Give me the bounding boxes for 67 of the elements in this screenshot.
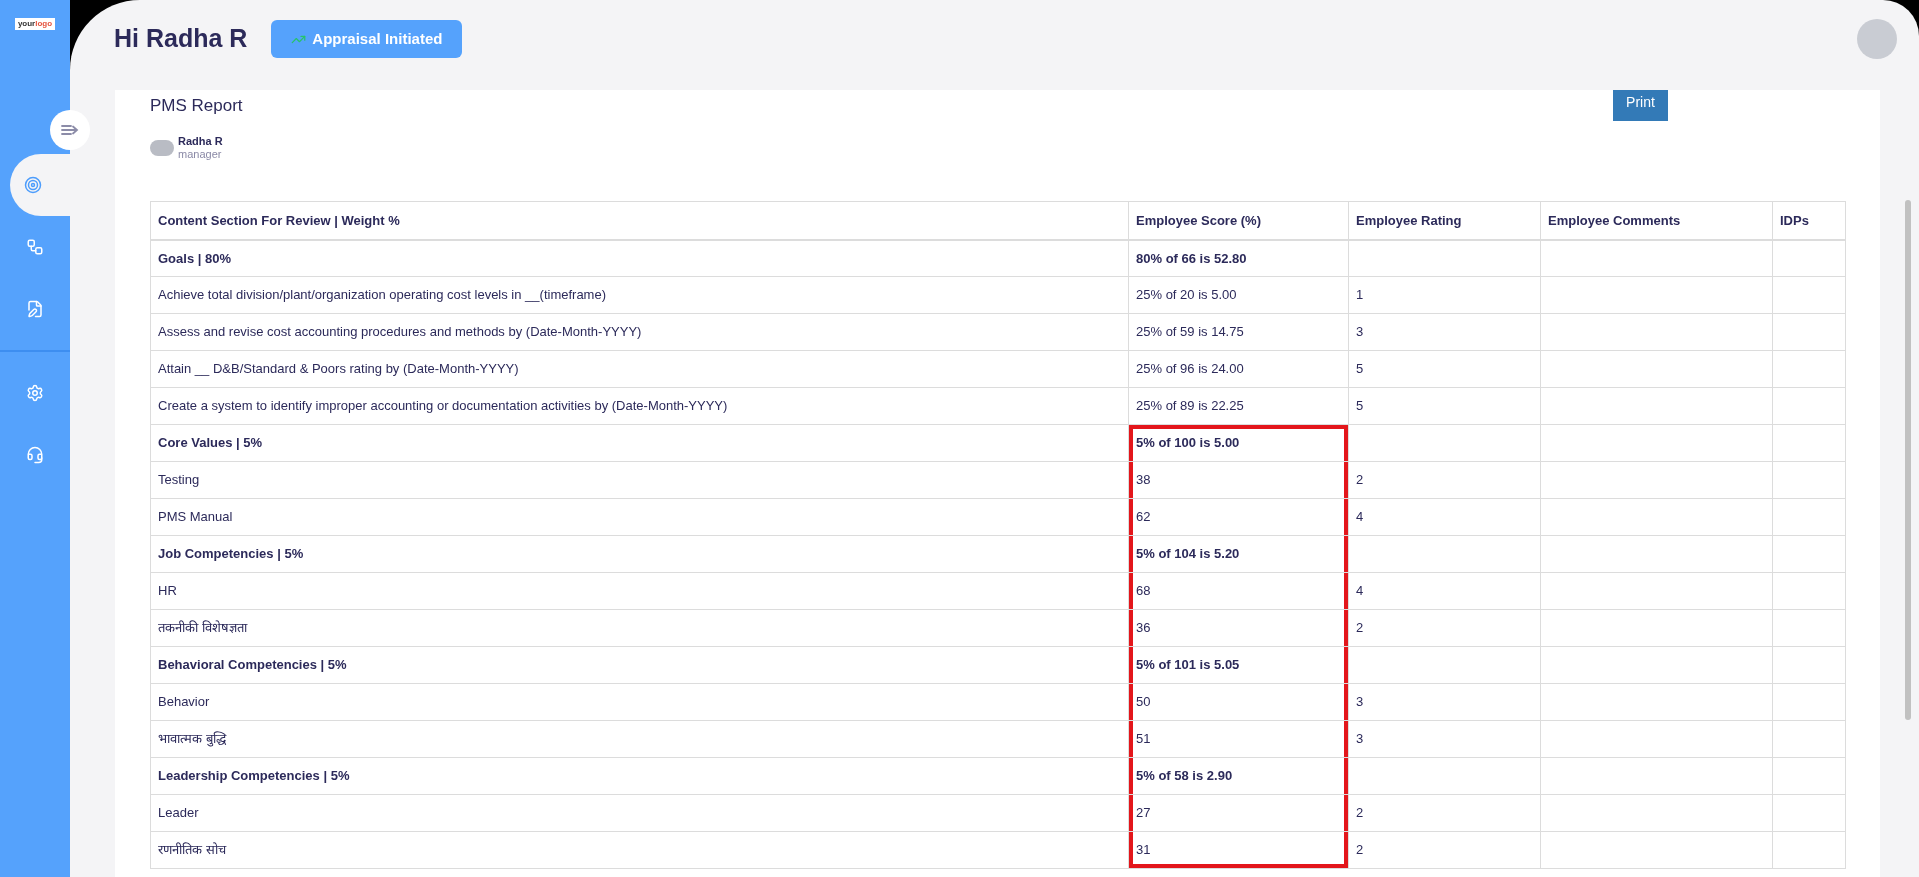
highlighted-score-cell: 50 (1128, 683, 1349, 721)
highlighted-score-cell: 27 (1128, 794, 1349, 832)
highlighted-score-cell: 5% of 104 is 5.20 (1128, 535, 1349, 573)
rating-cell: 2 (1348, 794, 1541, 832)
rating-cell: 2 (1348, 831, 1541, 869)
score-cell: 80% of 66 is 52.80 (1128, 239, 1349, 277)
status-badge: Appraisal Initiated (271, 20, 463, 58)
score-cell: 25% of 59 is 14.75 (1128, 313, 1349, 351)
highlighted-score-cell: 31 (1128, 831, 1349, 869)
highlighted-score-cell: 5% of 101 is 5.05 (1128, 646, 1349, 684)
highlighted-score-cell: 38 (1128, 461, 1349, 499)
highlighted-score-cell: 51 (1128, 720, 1349, 758)
rating-cell: 3 (1348, 683, 1541, 721)
highlighted-score-cell: 68 (1128, 572, 1349, 610)
column-header: Employee Score (%) (1128, 201, 1349, 240)
column-header: IDPs (1772, 201, 1846, 240)
highlighted-score-cell: 5% of 58 is 2.90 (1128, 757, 1349, 795)
table-cell: Create a system to identify improper accounting or documentation activities by (Date-Month-YYYY) (150, 387, 1129, 425)
target-icon (24, 176, 42, 194)
table-cell: भावात्मक बुद्धि (150, 720, 1129, 758)
rating-cell: 5 (1348, 387, 1541, 425)
settings-icon (26, 384, 44, 402)
headset-icon (26, 446, 44, 464)
section-cell: Leadership Competencies | 5% (150, 757, 1129, 795)
section-cell: Job Competencies | 5% (150, 535, 1129, 573)
collapse-arrow-icon (61, 124, 79, 136)
rating-cell: 4 (1348, 498, 1541, 536)
logo: yourlogo (14, 18, 56, 30)
profile-avatar[interactable] (1857, 19, 1897, 59)
column-header: Employee Comments (1540, 201, 1773, 240)
rating-cell: 3 (1348, 720, 1541, 758)
score-cell: 25% of 89 is 22.25 (1128, 387, 1349, 425)
rating-cell: 2 (1348, 609, 1541, 647)
rating-cell: 4 (1348, 572, 1541, 610)
score-cell: 25% of 20 is 5.00 (1128, 276, 1349, 314)
table-cell: Attain __ D&B/Standard & Poors rating by (Date-Month-YYYY) (150, 350, 1129, 388)
highlighted-score-cell: 62 (1128, 498, 1349, 536)
table-cell: Testing (150, 461, 1129, 499)
rating-cell: 3 (1348, 313, 1541, 351)
table-cell: रणनीतिक सोच (150, 831, 1129, 869)
score-cell: 25% of 96 is 24.00 (1128, 350, 1349, 388)
rating-cell: 5 (1348, 350, 1541, 388)
table-cell: PMS Manual (150, 498, 1129, 536)
table-cell: Leader (150, 794, 1129, 832)
greeting: Hi Radha R (114, 23, 248, 55)
user-avatar (150, 140, 174, 156)
table-cell: HR (150, 572, 1129, 610)
report-title: PMS Report (150, 95, 243, 117)
table-cell: Behavior (150, 683, 1129, 721)
rating-cell: 1 (1348, 276, 1541, 314)
collapse-sidebar-button[interactable] (50, 110, 90, 150)
table-cell: तकनीकी विशेषज्ञता (150, 609, 1129, 647)
column-header: Content Section For Review | Weight % (150, 201, 1129, 240)
section-cell: Goals | 80% (150, 239, 1129, 277)
highlighted-score-cell: 5% of 100 is 5.00 (1128, 424, 1349, 462)
table-cell: Assess and revise cost accounting procedures and methods by (Date-Month-YYYY) (150, 313, 1129, 351)
print-button[interactable]: Print (1613, 90, 1668, 121)
section-cell: Core Values | 5% (150, 424, 1129, 462)
section-cell: Behavioral Competencies | 5% (150, 646, 1129, 684)
table-cell: Achieve total division/plant/organization operating cost levels in __(timeframe) (150, 276, 1129, 314)
column-header: Employee Rating (1348, 201, 1541, 240)
rating-cell: 2 (1348, 461, 1541, 499)
user-role: manager (178, 148, 223, 161)
user-name: Radha R (178, 135, 223, 148)
document-edit-icon (26, 300, 44, 318)
highlighted-score-cell: 36 (1128, 609, 1349, 647)
hierarchy-icon (26, 238, 44, 256)
